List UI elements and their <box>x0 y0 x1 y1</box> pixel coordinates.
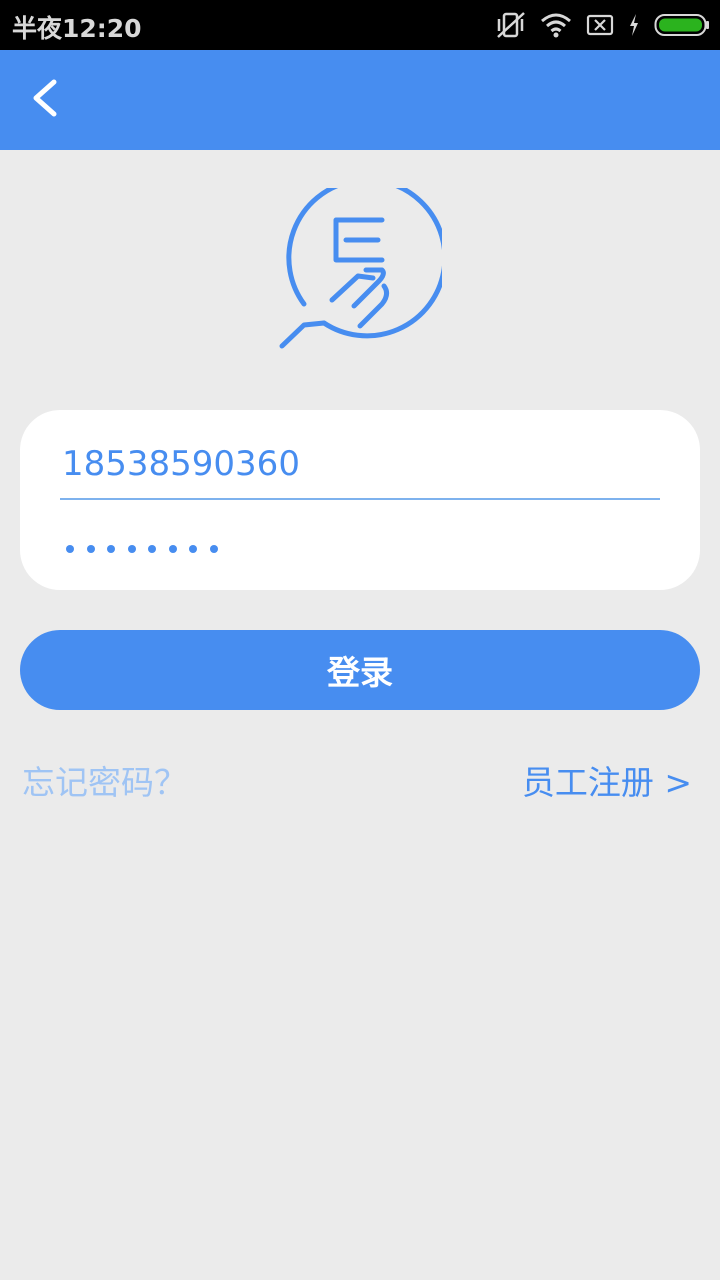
app-header <box>0 50 720 150</box>
password-field[interactable] <box>60 514 660 584</box>
forgot-password-link[interactable]: 忘记密码？ <box>22 756 187 804</box>
wifi-icon <box>540 12 572 38</box>
password-mask-dot <box>189 545 197 553</box>
back-button[interactable] <box>14 70 74 130</box>
charging-icon <box>628 13 640 37</box>
password-mask-dot <box>209 545 218 553</box>
status-icons <box>496 10 710 40</box>
vibrate-off-icon <box>496 11 526 39</box>
app-logo-icon <box>278 177 448 352</box>
password-mask-dot <box>127 545 136 553</box>
password-mask-dot <box>168 545 177 553</box>
login-card <box>20 410 700 590</box>
login-button[interactable]: 登录 <box>20 630 700 710</box>
status-time: 半夜12:20 <box>12 14 142 43</box>
password-mask-dot <box>66 545 74 553</box>
password-mask-dot <box>86 545 95 553</box>
employee-register-link[interactable]: 员工注册 > <box>522 756 692 804</box>
sim-off-icon <box>586 13 614 37</box>
password-mask-dot <box>107 545 115 553</box>
battery-icon <box>654 13 710 37</box>
phone-field[interactable] <box>60 430 660 500</box>
status-bar: 半夜12:20 <box>0 0 720 50</box>
chevron-left-icon <box>26 78 62 122</box>
password-mask-dot <box>148 545 156 553</box>
